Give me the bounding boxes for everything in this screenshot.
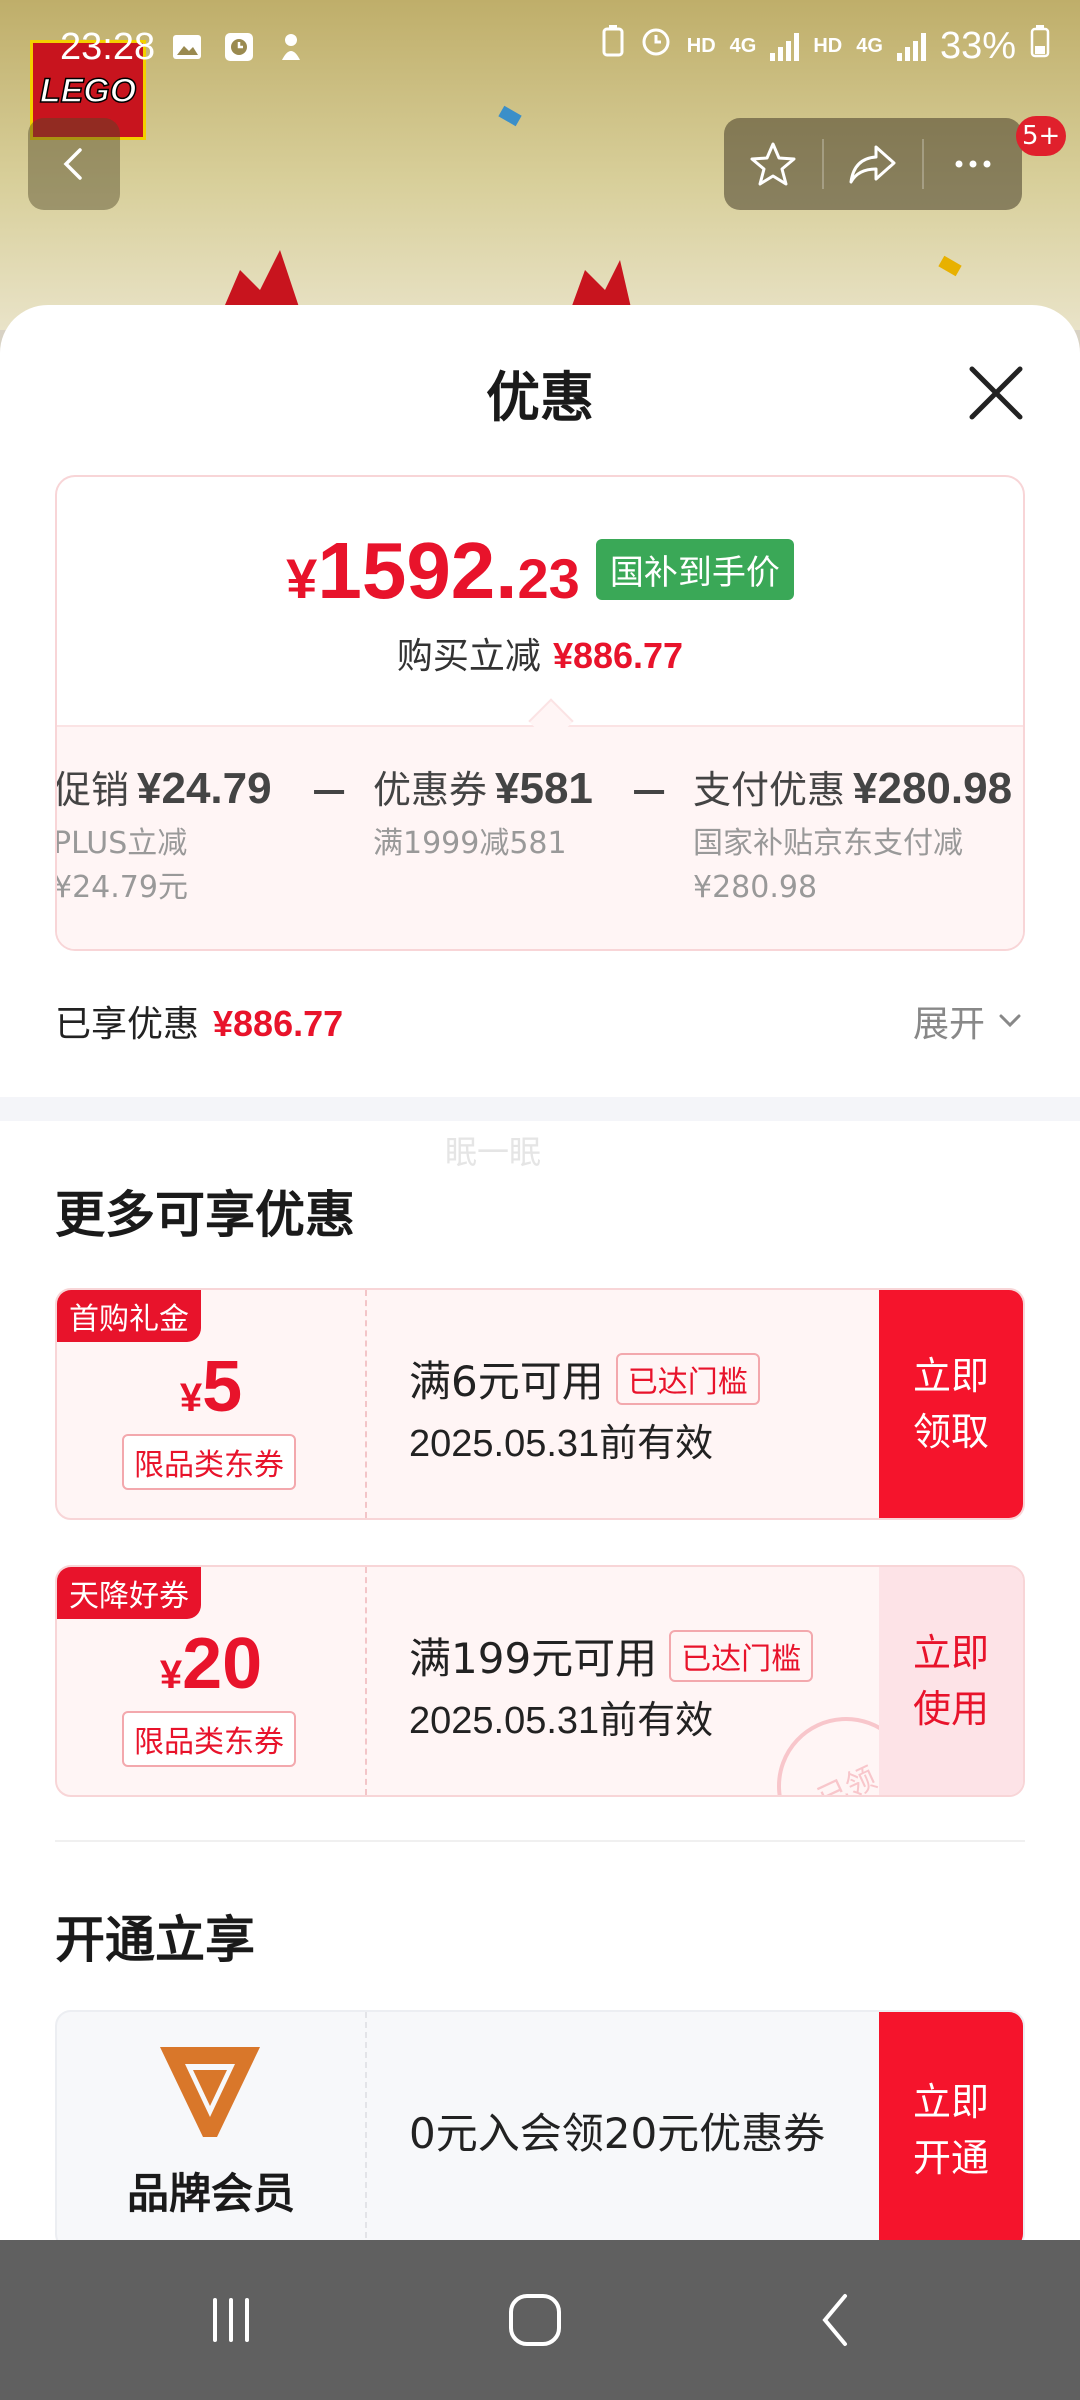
member-description: 0元入会领20元优惠券 bbox=[409, 2109, 826, 2158]
coupon-tag: 天降好券 bbox=[57, 1567, 201, 1619]
header-actions bbox=[724, 118, 1022, 210]
subsidy-price-tag: 国补到手价 bbox=[595, 539, 794, 600]
brand-member-logo-icon bbox=[160, 2047, 260, 2137]
back-nav-icon bbox=[822, 2294, 847, 2346]
price-summary-card: ¥1592.23 国补到手价 购买立减 ¥886.77 促销 ¥24.79 PLUS… bbox=[55, 475, 1025, 951]
enjoyed-discount: 已享优惠 ¥886.77 bbox=[55, 1003, 344, 1045]
back-nav-button[interactable] bbox=[792, 2280, 882, 2360]
final-price: ¥1592.23 bbox=[286, 526, 580, 615]
discount-breakdown: 促销 ¥24.79 PLUS立减 ¥24.79元 − 优惠券 ¥581 满1999减5… bbox=[55, 725, 1023, 949]
offers-sheet: 优惠 ¥1592.23 国补到手价 购买立减 ¥886.77 促销 ¥24.79 P… bbox=[0, 305, 1080, 2240]
coupon-amount: ¥20 bbox=[159, 1624, 263, 1704]
coupon-category: 限品类东券 bbox=[122, 1434, 296, 1490]
coupon-category: 限品类东券 bbox=[122, 1711, 296, 1767]
recent-apps-button[interactable] bbox=[186, 2280, 276, 2360]
coupon-divider bbox=[365, 1567, 367, 1795]
battery-saver-icon bbox=[601, 24, 625, 68]
coupon-tag: 首购礼金 bbox=[57, 1290, 201, 1342]
home-button[interactable] bbox=[490, 2280, 580, 2360]
coupon-validity: 2025.05.31前有效 bbox=[409, 1700, 714, 1742]
back-button[interactable] bbox=[28, 118, 120, 210]
recent-apps-icon bbox=[213, 2298, 249, 2342]
network-type: 4G bbox=[856, 34, 883, 57]
network-type: HD bbox=[686, 34, 716, 57]
threshold-badge: 已达门槛 bbox=[669, 1629, 814, 1682]
coupon-card: 天降好券 ¥20 限品类东券 满199元可用 已达门槛 2025.05.31前有… bbox=[55, 1565, 1025, 1797]
threshold-badge: 已达门槛 bbox=[615, 1352, 760, 1405]
mascot-icon bbox=[274, 30, 308, 64]
coupon-card: 首购礼金 ¥5 限品类东券 满6元可用 已达门槛 2025.05.31前有效 立… bbox=[55, 1288, 1025, 1520]
divider bbox=[55, 1840, 1025, 1842]
status-time: 23:28 bbox=[60, 26, 156, 68]
battery-icon bbox=[1030, 24, 1050, 68]
status-bar: 23:28 HD 4G HD 4G 33% bbox=[0, 0, 1080, 100]
minus-sign: − bbox=[309, 763, 350, 819]
network-type: HD bbox=[813, 34, 843, 57]
coupon-condition: 满199元可用 已达门槛 bbox=[409, 1625, 814, 1686]
coupon-condition: 满6元可用 已达门槛 bbox=[409, 1348, 760, 1409]
system-nav-bar bbox=[0, 2240, 1080, 2400]
favorite-button[interactable] bbox=[724, 118, 822, 210]
minus-sign: − bbox=[629, 763, 670, 819]
more-icon bbox=[955, 160, 991, 168]
home-icon bbox=[509, 2294, 561, 2346]
card-divider bbox=[365, 2012, 367, 2240]
clock-app-icon bbox=[222, 30, 256, 64]
join-membership-button[interactable]: 立即 开通 bbox=[879, 2012, 1023, 2240]
section-divider bbox=[0, 1097, 1080, 1121]
close-button[interactable] bbox=[960, 357, 1032, 429]
claim-coupon-button[interactable]: 立即 领取 bbox=[879, 1290, 1023, 1518]
confetti bbox=[938, 255, 962, 277]
sheet-title: 优惠 bbox=[486, 366, 594, 429]
member-name: 品牌会员 bbox=[126, 2169, 295, 2218]
coupon-amount: ¥5 bbox=[179, 1347, 243, 1427]
alarm-icon bbox=[639, 24, 673, 68]
back-icon bbox=[63, 148, 82, 180]
battery-percent: 33% bbox=[939, 24, 1016, 67]
confetti bbox=[498, 105, 522, 127]
membership-title: 开通立享 bbox=[55, 1911, 255, 1969]
coupon-validity: 2025.05.31前有效 bbox=[409, 1423, 714, 1465]
buy-reduce-label: 购买立减 bbox=[396, 636, 541, 677]
breakdown-item-coupon: 优惠券 ¥581 满1999减581 bbox=[373, 764, 593, 861]
star-icon bbox=[750, 142, 796, 186]
network-type: 4G bbox=[729, 34, 757, 57]
share-button[interactable] bbox=[824, 118, 922, 210]
buy-reduce-line: 购买立减 ¥886.77 bbox=[57, 627, 1023, 679]
more-button[interactable] bbox=[924, 118, 1022, 210]
notification-badge: 5+ bbox=[1016, 116, 1067, 156]
signal-icon bbox=[896, 31, 926, 61]
expand-button[interactable]: 展开 bbox=[913, 995, 1025, 1047]
signal-icon bbox=[770, 31, 800, 61]
more-offers-title: 更多可享优惠 bbox=[55, 1186, 355, 1244]
membership-card: 品牌会员 0元入会领20元优惠券 立即 开通 bbox=[55, 2010, 1025, 2240]
buy-reduce-amount: ¥886.77 bbox=[552, 635, 684, 676]
coupon-divider bbox=[365, 1290, 367, 1518]
breakdown-item-promotion: 促销 ¥24.79 PLUS立减 ¥24.79元 bbox=[55, 764, 272, 905]
breakdown-item-payment: 支付优惠 ¥280.98 国家补贴京东支付减 ¥280.98 bbox=[693, 764, 1013, 905]
share-icon bbox=[849, 145, 896, 184]
use-coupon-button[interactable]: 立即 使用 bbox=[879, 1567, 1023, 1795]
image-icon bbox=[170, 30, 204, 64]
enjoyed-amount: ¥886.77 bbox=[213, 1003, 344, 1044]
chevron-down-icon bbox=[999, 1014, 1021, 1028]
close-icon bbox=[969, 366, 1023, 420]
watermark: 眠一眠 bbox=[445, 1133, 542, 1171]
